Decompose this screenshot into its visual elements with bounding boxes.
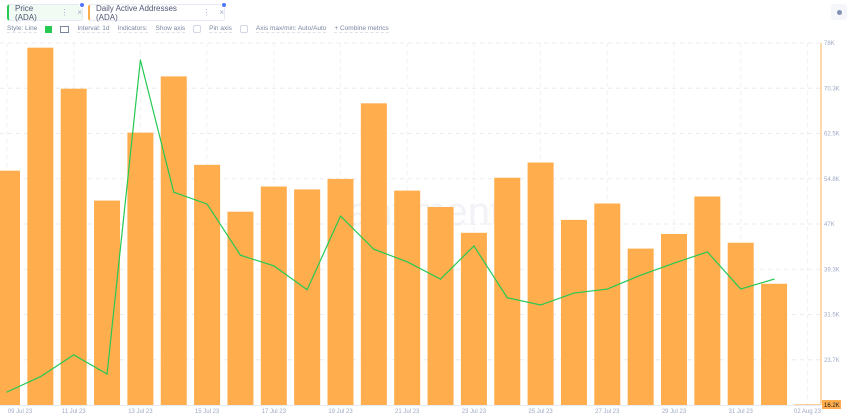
price-point bbox=[39, 376, 41, 378]
bar-20-Jul-23[interactable] bbox=[360, 103, 387, 405]
price-point bbox=[73, 354, 75, 356]
price-point bbox=[540, 304, 542, 306]
x-tick-label: 29 Jul 23 bbox=[662, 409, 687, 415]
bar-23-Jul-23[interactable] bbox=[460, 232, 487, 405]
x-tick-label: 11 Jul 23 bbox=[62, 409, 87, 415]
y-tick-label: 54.8K bbox=[824, 177, 840, 183]
price-point bbox=[473, 245, 475, 247]
price-point bbox=[439, 278, 442, 280]
bar-01-Aug-23[interactable] bbox=[761, 283, 788, 405]
x-tick-label: 02 Aug 23 bbox=[794, 409, 822, 415]
x-tick-label: 15 Jul 23 bbox=[195, 409, 220, 415]
bar-19-Jul-23[interactable] bbox=[327, 178, 354, 405]
x-tick-label: 23 Jul 23 bbox=[462, 409, 487, 415]
x-tick-label: 09 Jul 23 bbox=[8, 409, 33, 415]
price-point bbox=[306, 289, 308, 291]
price-point bbox=[6, 391, 8, 393]
price-point bbox=[339, 215, 342, 217]
bar-18-Jul-23[interactable] bbox=[294, 189, 321, 405]
bar-14-Jul-23[interactable] bbox=[160, 76, 187, 405]
y-tick-label: 23.7K bbox=[824, 358, 840, 364]
price-point bbox=[506, 297, 508, 299]
y-tick-label: 47K bbox=[824, 222, 835, 228]
price-point bbox=[406, 261, 408, 263]
bar-09-Jul-23[interactable] bbox=[0, 170, 20, 405]
bar-11-Jul-23[interactable] bbox=[60, 88, 87, 405]
bar-02-Aug-23[interactable] bbox=[794, 404, 821, 405]
x-tick-label: 31 Jul 23 bbox=[729, 409, 754, 415]
x-tick-label: 19 Jul 23 bbox=[328, 409, 353, 415]
y-tick-label: 39.3K bbox=[824, 267, 840, 273]
bar-26-Jul-23[interactable] bbox=[560, 219, 587, 405]
price-point bbox=[106, 373, 108, 375]
price-point bbox=[139, 59, 141, 61]
bar-21-Jul-23[interactable] bbox=[394, 190, 421, 405]
bar-31-Jul-23[interactable] bbox=[727, 242, 754, 405]
price-point bbox=[239, 254, 242, 256]
y-tick-label: 70.3K bbox=[824, 86, 840, 92]
x-tick-label: 27 Jul 23 bbox=[595, 409, 620, 415]
bar-10-Jul-23[interactable] bbox=[27, 47, 54, 405]
x-tick-label: 13 Jul 23 bbox=[128, 409, 153, 415]
price-point bbox=[573, 292, 575, 294]
bar-22-Jul-23[interactable] bbox=[427, 207, 454, 405]
x-tick-label: 17 Jul 23 bbox=[262, 409, 287, 415]
price-point bbox=[606, 288, 608, 290]
bar-17-Jul-23[interactable] bbox=[260, 186, 287, 405]
price-point bbox=[173, 191, 175, 193]
price-point bbox=[206, 203, 208, 205]
y-tick-label: 31.5K bbox=[824, 313, 840, 319]
bar-25-Jul-23[interactable] bbox=[527, 162, 554, 405]
y-tick-label: 62.5K bbox=[824, 132, 840, 138]
price-point bbox=[373, 248, 375, 250]
bar-30-Jul-23[interactable] bbox=[694, 196, 721, 405]
price-point bbox=[673, 262, 675, 264]
price-point bbox=[273, 265, 275, 267]
price-point bbox=[740, 288, 742, 290]
price-point bbox=[706, 251, 708, 253]
bar-24-Jul-23[interactable] bbox=[494, 177, 521, 405]
price-point bbox=[640, 274, 642, 276]
bar-13-Jul-23[interactable] bbox=[127, 132, 154, 406]
bar-27-Jul-23[interactable] bbox=[594, 203, 621, 405]
price-point bbox=[773, 278, 775, 280]
chart[interactable]: santiment. 78K70.3K62.5K54.8K47K39.3K31.… bbox=[0, 0, 850, 419]
y-tick-label: 78K bbox=[824, 41, 835, 47]
x-tick-label: 21 Jul 23 bbox=[395, 409, 420, 415]
x-tick-label: 25 Jul 23 bbox=[528, 409, 553, 415]
last-value-label: 16.2K bbox=[824, 403, 840, 409]
